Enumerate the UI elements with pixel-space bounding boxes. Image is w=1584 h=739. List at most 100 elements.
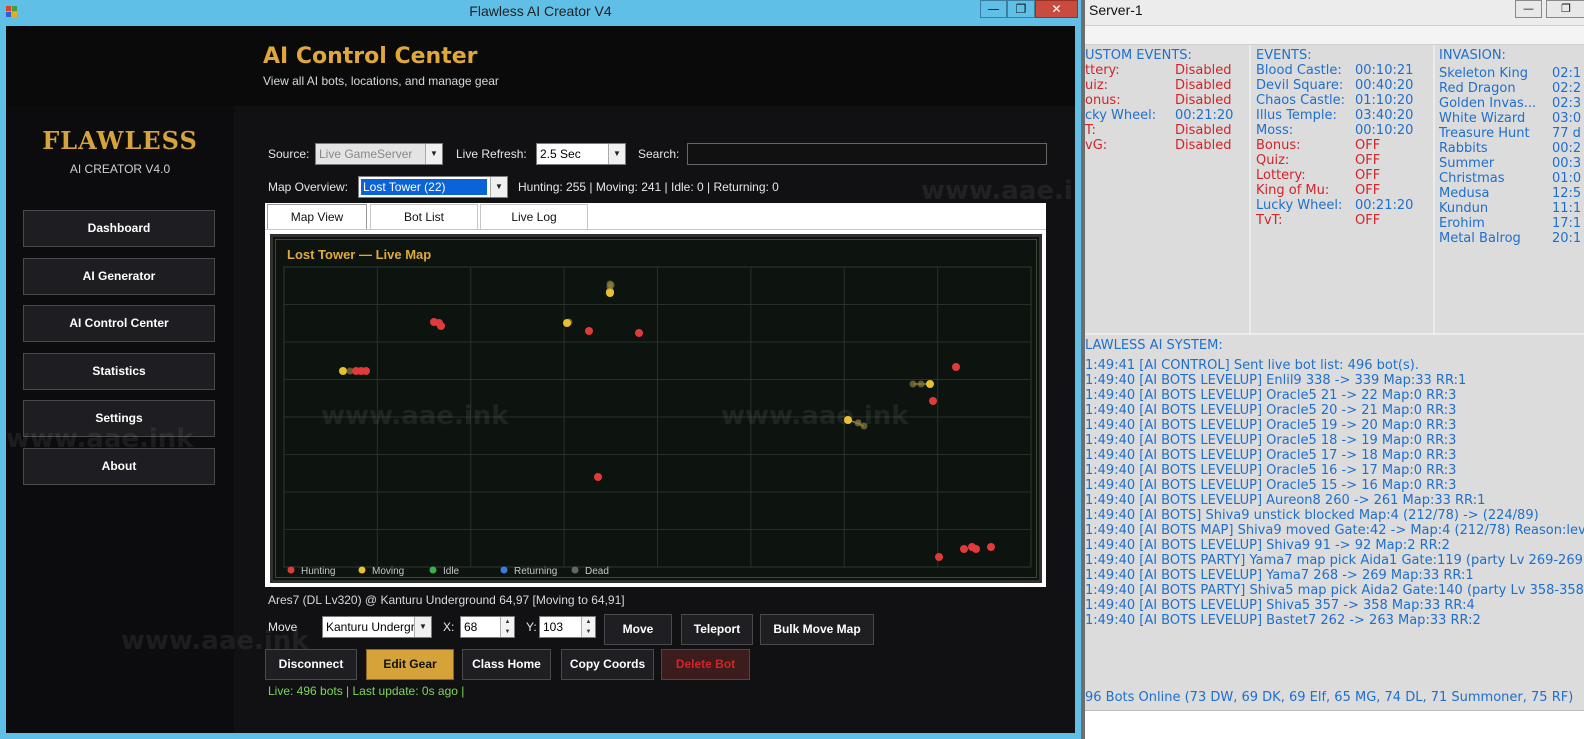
event-timer: 00:21:20 bbox=[1355, 198, 1414, 213]
edit-gear-button[interactable]: Edit Gear bbox=[366, 649, 454, 680]
legend-swatch[interactable] bbox=[287, 566, 295, 574]
legend-swatch[interactable] bbox=[358, 566, 366, 574]
close-button[interactable]: ✕ bbox=[1035, 0, 1078, 18]
invasion-name: Metal Balrog bbox=[1439, 231, 1521, 246]
tab-panel: Map View Bot List Live Log Lost Tower — … bbox=[265, 203, 1046, 587]
bot-marker[interactable] bbox=[952, 363, 960, 371]
custom-event-status: 00:21:20 bbox=[1175, 108, 1234, 123]
log-line: 1:49:40 [AI BOTS PARTY] Shiva5 map pick … bbox=[1085, 583, 1584, 598]
legend-swatch[interactable] bbox=[429, 566, 437, 574]
bot-marker[interactable] bbox=[563, 319, 571, 327]
event-name: Blood Castle: bbox=[1256, 63, 1342, 78]
bot-marker[interactable] bbox=[844, 416, 852, 424]
bot-marker[interactable] bbox=[585, 327, 593, 335]
main-window: Flawless AI Creator V4 — ❐ ✕ FLAWLESS AI… bbox=[0, 0, 1081, 739]
tab-map-view[interactable]: Map View bbox=[267, 204, 367, 229]
bot-marker[interactable] bbox=[594, 473, 602, 481]
bot-marker[interactable] bbox=[854, 419, 862, 427]
log-line: 1:49:40 [AI BOTS PARTY] Yama7 map pick A… bbox=[1085, 553, 1583, 568]
log-line: 1:49:40 [AI BOTS LEVELUP] Aureon8 260 ->… bbox=[1085, 493, 1486, 508]
invasion-name: Treasure Hunt bbox=[1439, 126, 1530, 141]
server-minimize-button[interactable]: — bbox=[1515, 0, 1542, 18]
nav-ai-generator-button[interactable]: AI Generator bbox=[23, 258, 215, 295]
chevron-down-icon: ▼ bbox=[425, 144, 442, 164]
nav-about-button[interactable]: About bbox=[23, 448, 215, 485]
log-line: 1:49:40 [AI BOTS LEVELUP] Oracle5 21 -> … bbox=[1085, 388, 1457, 403]
server-restore-button[interactable]: ❐ bbox=[1546, 0, 1584, 18]
server-log[interactable]: LAWLESS AI SYSTEM: 1:49:41 [AI CONTROL] … bbox=[1085, 335, 1584, 710]
y-stepper[interactable]: 103 ▲ ▼ bbox=[539, 616, 596, 638]
delete-bot-button[interactable]: Delete Bot bbox=[661, 649, 750, 680]
server-input-bar[interactable] bbox=[1085, 710, 1584, 739]
copy-coords-button[interactable]: Copy Coords bbox=[561, 649, 654, 680]
sidebar: FLAWLESS AI CREATOR V4.0 Dashboard AI Ge… bbox=[6, 26, 234, 733]
nav-statistics-button[interactable]: Statistics bbox=[23, 353, 215, 390]
bot-marker[interactable] bbox=[437, 322, 445, 330]
bot-marker[interactable] bbox=[860, 422, 868, 430]
custom-event-name: ttery: bbox=[1085, 63, 1120, 78]
tab-live-log[interactable]: Live Log bbox=[480, 204, 588, 229]
nav-ai-control-center-button[interactable]: AI Control Center bbox=[23, 305, 215, 342]
event-timer: OFF bbox=[1355, 168, 1381, 183]
log-line: 1:49:40 [AI BOTS LEVELUP] Bastet7 262 ->… bbox=[1085, 613, 1481, 628]
search-input[interactable] bbox=[687, 143, 1047, 165]
bot-marker[interactable] bbox=[926, 380, 934, 388]
log-line: 1:49:40 [AI BOTS] Shiva9 unstick blocked… bbox=[1085, 508, 1539, 523]
invasion-timer: 02:3 bbox=[1552, 96, 1582, 111]
event-timer: 01:10:20 bbox=[1355, 93, 1414, 108]
selected-bot-status: Ares7 (DL Lv320) @ Kanturu Underground 6… bbox=[268, 593, 625, 607]
log-line: 1:49:41 [AI CONTROL] Sent live bot list:… bbox=[1085, 358, 1419, 373]
move-button[interactable]: Move bbox=[604, 614, 672, 645]
event-timer: OFF bbox=[1355, 138, 1381, 153]
invasion-timer: 77 d bbox=[1552, 126, 1581, 141]
legend-label-returning: Returning bbox=[514, 566, 557, 577]
bulk-move-map-button[interactable]: Bulk Move Map bbox=[760, 614, 874, 645]
event-timer: OFF bbox=[1355, 183, 1381, 198]
bot-marker[interactable] bbox=[362, 367, 370, 375]
bot-marker[interactable] bbox=[987, 543, 995, 551]
custom-event-status: Disabled bbox=[1175, 78, 1232, 93]
event-timer: OFF bbox=[1355, 213, 1381, 228]
bot-marker[interactable] bbox=[972, 545, 980, 553]
map-canvas[interactable]: Hunting Moving Idle Returning Dead bbox=[273, 237, 1039, 580]
source-select[interactable]: Live GameServer ▼ bbox=[315, 143, 443, 165]
nav-dashboard-button[interactable]: Dashboard bbox=[23, 210, 215, 247]
disconnect-button[interactable]: Disconnect bbox=[265, 649, 357, 680]
maximize-button[interactable]: ❐ bbox=[1007, 0, 1035, 18]
tab-bot-list[interactable]: Bot List bbox=[370, 204, 478, 229]
log-line: 1:49:40 [AI BOTS LEVELUP] Oracle5 19 -> … bbox=[1085, 418, 1457, 433]
x-stepper[interactable]: 68 ▲ ▼ bbox=[460, 616, 515, 638]
invasion-name: White Wizard bbox=[1439, 111, 1526, 126]
teleport-button[interactable]: Teleport bbox=[681, 614, 753, 645]
bot-marker[interactable] bbox=[606, 289, 614, 297]
bot-marker[interactable] bbox=[929, 397, 937, 405]
nav-settings-button[interactable]: Settings bbox=[23, 400, 215, 437]
server-log-header: LAWLESS AI SYSTEM: bbox=[1085, 338, 1223, 353]
move-map-select[interactable]: Kanturu Undergr ▼ bbox=[322, 616, 432, 638]
logo-subtitle: AI CREATOR V4.0 bbox=[69, 162, 171, 176]
legend-swatch[interactable] bbox=[500, 566, 508, 574]
log-line: 1:49:40 [AI BOTS LEVELUP] Oracle5 15 -> … bbox=[1085, 478, 1457, 493]
bot-marker[interactable] bbox=[935, 553, 943, 561]
bot-marker[interactable] bbox=[909, 380, 917, 388]
custom-event-name: cky Wheel: bbox=[1085, 108, 1157, 123]
title-bar[interactable]: Flawless AI Creator V4 — ❐ ✕ bbox=[0, 0, 1081, 26]
class-home-button[interactable]: Class Home bbox=[462, 649, 551, 680]
bot-marker[interactable] bbox=[635, 329, 643, 337]
live-status: Live: 496 bots | Last update: 0s ago | bbox=[268, 684, 465, 698]
bot-marker[interactable] bbox=[960, 545, 968, 553]
refresh-select[interactable]: 2.5 Sec ▼ bbox=[536, 143, 626, 165]
legend-swatch[interactable] bbox=[571, 566, 579, 574]
custom-event-status: Disabled bbox=[1175, 63, 1232, 78]
event-timer: 00:40:20 bbox=[1355, 78, 1414, 93]
custom-event-status: Disabled bbox=[1175, 138, 1232, 153]
minimize-button[interactable]: — bbox=[980, 0, 1007, 18]
event-name: Lucky Wheel: bbox=[1256, 198, 1343, 213]
bot-marker[interactable] bbox=[917, 380, 925, 388]
custom-events-header: USTOM EVENTS: bbox=[1085, 48, 1192, 63]
custom-event-name: vG: bbox=[1085, 138, 1108, 153]
source-label: Source: bbox=[268, 147, 310, 161]
bot-marker[interactable] bbox=[339, 367, 347, 375]
map-overview-select[interactable]: Lost Tower (22) ▼ bbox=[358, 176, 508, 198]
live-map[interactable]: Lost Tower — Live Map Hunting Moving Idle R… bbox=[270, 234, 1042, 583]
